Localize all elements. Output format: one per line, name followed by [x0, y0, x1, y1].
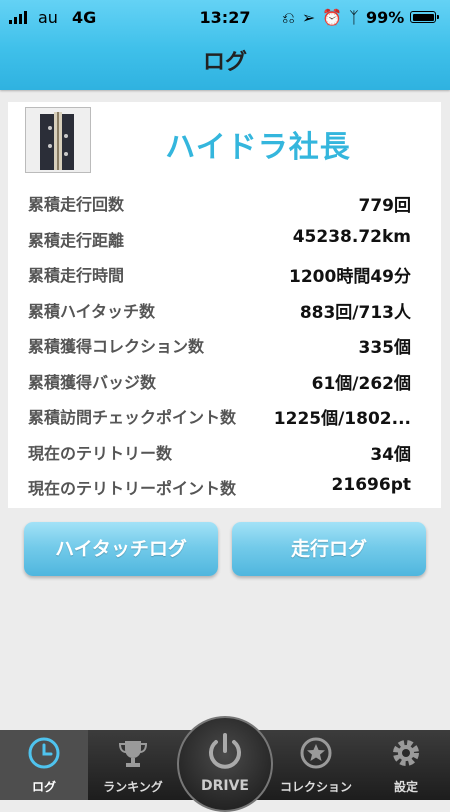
- drive-button[interactable]: DRIVE: [177, 716, 273, 812]
- guitar-photo-icon: [26, 108, 90, 172]
- stat-label: 累積ハイタッチ数: [28, 301, 156, 321]
- alarm-icon: ⏰: [322, 8, 343, 27]
- tab-collection[interactable]: コレクション: [273, 730, 359, 800]
- tab-settings[interactable]: 設定: [362, 730, 450, 800]
- stat-row-territory-points: 現在のテリトリーポイント数 21696pt: [8, 468, 441, 504]
- stat-label: 累積獲得コレクション数: [28, 337, 205, 356]
- tab-collection-label: コレクション: [279, 780, 352, 794]
- stat-label: 現在のテリトリー数: [28, 443, 173, 463]
- avatar[interactable]: [25, 107, 91, 173]
- stat-value: 335個: [358, 338, 412, 358]
- stat-label: 累積走行回数: [28, 195, 125, 214]
- stat-row-badges: 累積獲得バッジ数 61個/262個: [8, 362, 441, 398]
- stat-value: 1200時間49分: [289, 267, 411, 287]
- tab-ranking[interactable]: ランキング: [90, 730, 176, 800]
- header: au 4G 13:27 ⎌ ➢ ⏰ ᛉ 99% ログ: [0, 0, 450, 90]
- tab-log-label: ログ: [31, 780, 56, 794]
- status-bar: au 4G 13:27 ⎌ ➢ ⏰ ᛉ 99%: [0, 0, 450, 34]
- stat-value: 34個: [370, 444, 411, 465]
- orientation-lock-icon: ⎌: [282, 8, 295, 27]
- stat-row-collections: 累積獲得コレクション数 335個: [8, 326, 441, 362]
- tab-log[interactable]: ログ: [0, 730, 88, 800]
- trophy-icon: [116, 736, 150, 774]
- battery-icon: [410, 11, 439, 23]
- stat-value: 21696pt: [331, 475, 411, 495]
- stat-value: 883回/713人: [299, 302, 411, 323]
- stat-value: 61個/262個: [311, 373, 411, 394]
- stat-label: 累積走行時間: [28, 266, 125, 285]
- run-log-button[interactable]: 走行ログ: [232, 522, 426, 576]
- stats-list: 累積走行回数 779回 累積走行距離 45238.72km 累積走行時間 120…: [8, 184, 441, 504]
- stat-label: 累積走行距離: [28, 230, 125, 250]
- stat-value: 779回: [358, 196, 412, 216]
- location-icon: ➢: [301, 8, 316, 27]
- stat-value: 45238.72km: [292, 226, 411, 247]
- stat-row-time: 累積走行時間 1200時間49分: [8, 255, 441, 291]
- tab-ranking-label: ランキング: [103, 780, 163, 794]
- gear-icon: [389, 736, 423, 774]
- drive-label: DRIVE: [200, 778, 249, 794]
- tab-settings-label: 設定: [393, 780, 418, 794]
- stat-row-runs: 累積走行回数 779回: [8, 184, 441, 220]
- profile-card: ハイドラ社長 累積走行回数 779回 累積走行距離 45238.72km 累積走…: [8, 102, 441, 508]
- user-name: ハイドラ社長: [165, 130, 351, 165]
- stat-row-checkpoints: 累積訪問チェックポイント数 1225個/1802...: [8, 397, 441, 433]
- hightouch-log-button[interactable]: ハイタッチログ: [24, 522, 218, 576]
- clock-icon: [27, 736, 61, 774]
- page-title: ログ: [202, 50, 247, 75]
- power-icon: [204, 730, 246, 776]
- stat-label: 現在のテリトリーポイント数: [28, 479, 237, 498]
- stat-row-hightouch: 累積ハイタッチ数 883回/713人: [8, 291, 441, 327]
- star-icon: [299, 736, 333, 774]
- stat-row-distance: 累積走行距離 45238.72km: [8, 220, 441, 256]
- stat-row-territories: 現在のテリトリー数 34個: [8, 433, 441, 469]
- stat-value: 1225個/1802...: [273, 409, 411, 429]
- stat-label: 累積訪問チェックポイント数: [28, 408, 237, 427]
- bluetooth-icon: ᛉ: [349, 8, 359, 27]
- stat-label: 累積獲得バッジ数: [28, 372, 157, 392]
- battery-percent: 99%: [366, 8, 405, 27]
